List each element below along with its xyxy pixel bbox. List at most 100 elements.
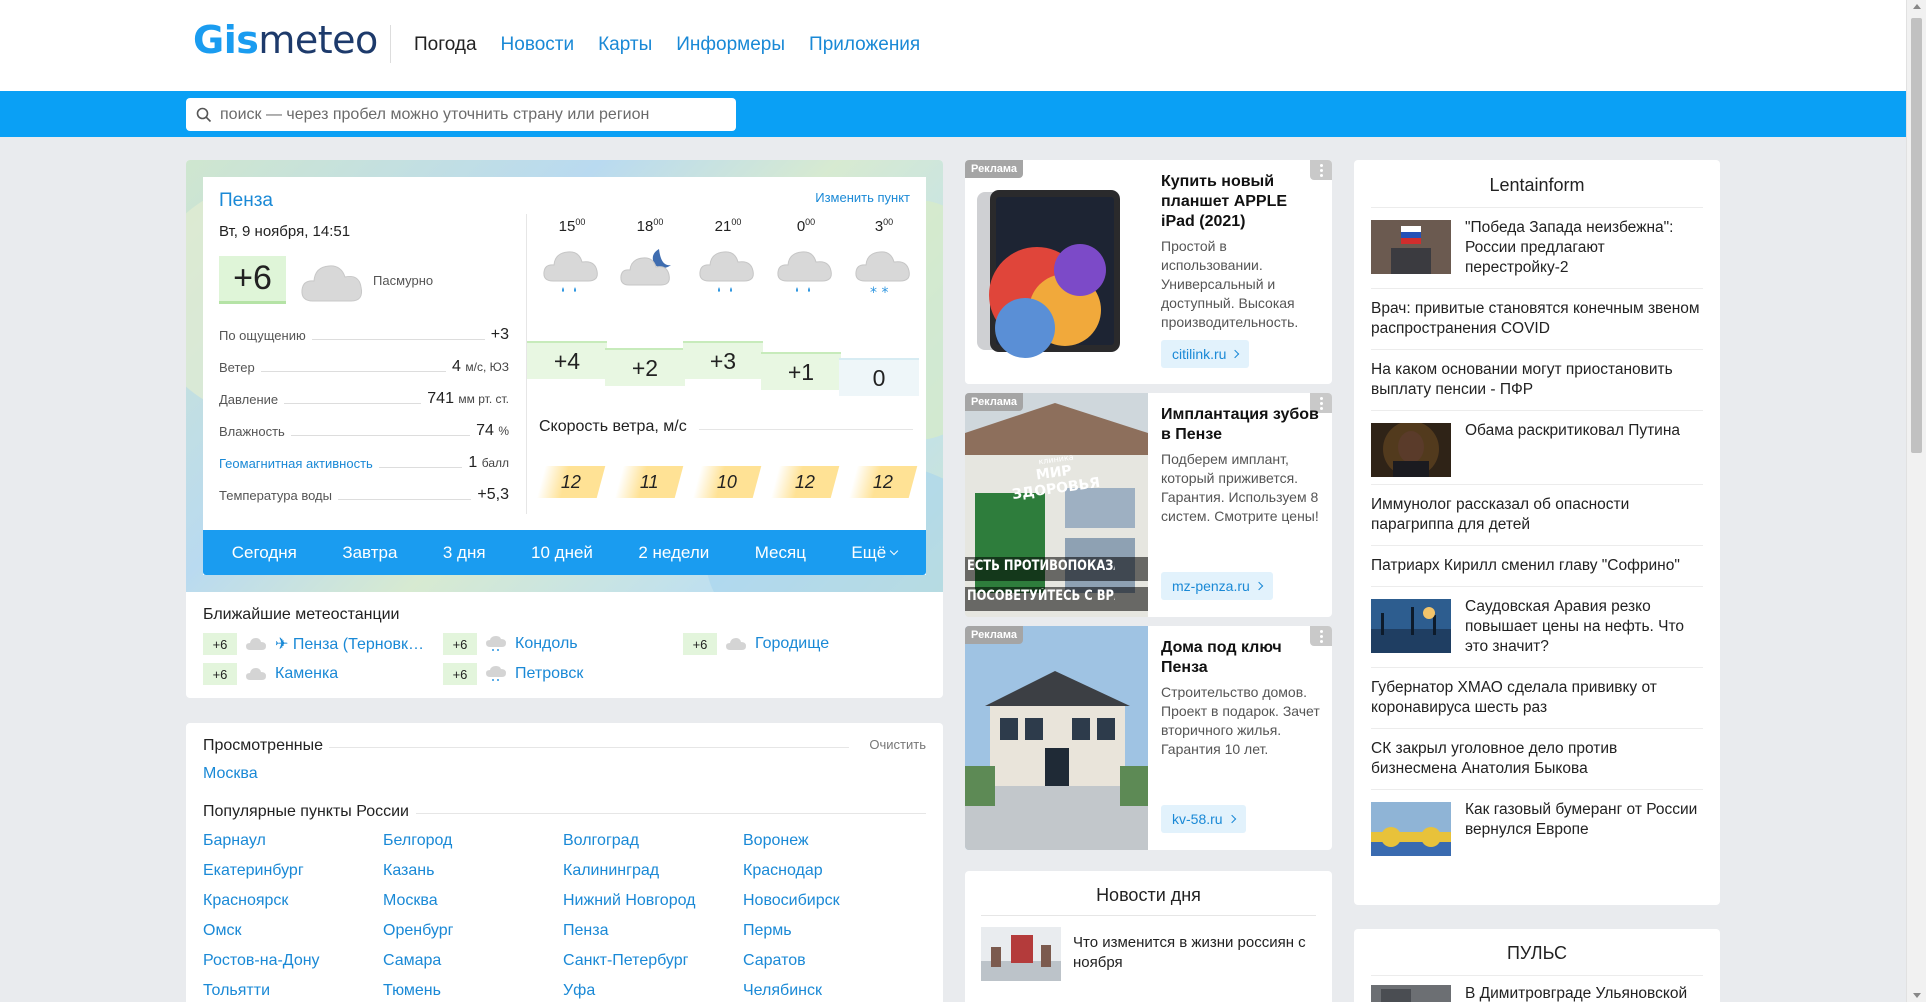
param-wind: Ветер 4 м/с, ЮЗ	[219, 358, 509, 375]
geomagnetic-link[interactable]: Геомагнитная активность	[219, 456, 373, 475]
news-item[interactable]: Как газовый бумеранг от России вернулся …	[1371, 789, 1703, 863]
hour-col: 1500	[533, 217, 611, 306]
city-link[interactable]: Пенза	[563, 922, 743, 946]
city-link[interactable]: Самара	[383, 952, 563, 976]
ad-houses[interactable]: Реклама Дома под ключ Пенза Строительств…	[965, 626, 1332, 850]
city-link[interactable]: Тюмень	[383, 982, 563, 1002]
param-geomagnetic: Геомагнитная активность 1 балл	[219, 443, 509, 475]
logo-divider	[390, 25, 391, 63]
tab-10-days[interactable]: 10 дней	[531, 543, 593, 563]
search-box[interactable]	[186, 98, 736, 131]
wind-value: 11	[614, 466, 684, 498]
city-link[interactable]: Новосибирск	[743, 892, 923, 916]
city-link[interactable]: Челябинск	[743, 982, 923, 1002]
ad-dental[interactable]: клиника МИР ЗДОРОВЬЯ ЕСТЬ ПРОТИВОПОКАЗАН…	[965, 393, 1332, 617]
city-link[interactable]: Барнаул	[203, 832, 383, 856]
city-link[interactable]: Санкт-Петербург	[563, 952, 743, 976]
city-link[interactable]: Краснодар	[743, 862, 923, 886]
news-thumbnail	[1371, 985, 1451, 1002]
scroll-down-icon[interactable]	[1913, 993, 1921, 998]
puls-item[interactable]: В Димитровграде Ульяновской	[1465, 985, 1705, 1002]
wind-value: 12	[536, 466, 606, 498]
hour-temp: 0	[839, 358, 919, 396]
station-item[interactable]: +6 Каменка	[203, 663, 338, 685]
change-point-link[interactable]: Изменить пункт	[815, 190, 910, 205]
tab-tomorrow[interactable]: Завтра	[342, 543, 397, 563]
ad-image-text: ПОСОВЕТУЙТЕСЬ С ВРАЧОМ	[967, 588, 1115, 604]
city-link[interactable]: Калининград	[563, 862, 743, 886]
clear-history-link[interactable]: Очистить	[869, 737, 926, 752]
news-item[interactable]: На каком основании могут приостановить в…	[1371, 349, 1703, 410]
search-input[interactable]	[220, 105, 720, 124]
page-scrollbar[interactable]	[1906, 0, 1926, 1002]
city-link[interactable]: Уфа	[563, 982, 743, 1002]
cloud-drizzle-icon	[486, 636, 506, 651]
ad-title[interactable]: Имплантация зубов в Пензе	[1161, 405, 1321, 445]
chevron-down-icon	[889, 546, 899, 555]
nav-maps[interactable]: Карты	[598, 34, 652, 56]
city-link[interactable]: Воронеж	[743, 832, 923, 856]
city-name[interactable]: Пенза	[219, 190, 273, 212]
viewed-city-link[interactable]: Москва	[203, 765, 258, 783]
city-link[interactable]: Казань	[383, 862, 563, 886]
news-item[interactable]: Патриарх Кирилл сменил главу "Софрино"	[1371, 545, 1703, 586]
station-item[interactable]: +6 Городище	[683, 633, 829, 655]
city-link[interactable]: Нижний Новгород	[563, 892, 743, 916]
ad-title[interactable]: Дома под ключ Пенза	[1161, 638, 1321, 678]
city-link[interactable]: Ростов-на-Дону	[203, 952, 383, 976]
city-link[interactable]: Екатеринбург	[203, 862, 383, 886]
wind-speed-title: Скорость ветра, м/с	[539, 418, 687, 435]
station-item[interactable]: +6 Петровск	[443, 663, 583, 685]
news-item[interactable]: "Победа Запада неизбежна": России предла…	[1371, 207, 1703, 288]
station-item[interactable]: +6 ✈ Пенза (Терновк…	[203, 633, 424, 655]
ad-title[interactable]: Купить новый планшет APPLE iPad (2021)	[1161, 172, 1321, 232]
current-temperature: +6	[219, 256, 286, 304]
main-nav: Погода Новости Карты Информеры Приложени…	[414, 34, 920, 56]
ad-link-button[interactable]: mz-penza.ru	[1161, 572, 1273, 600]
tab-month[interactable]: Месяц	[755, 543, 806, 563]
nav-weather[interactable]: Погода	[414, 34, 477, 56]
news-item[interactable]: Врач: привитые становятся конечным звено…	[1371, 288, 1703, 349]
city-link[interactable]: Саратов	[743, 952, 923, 976]
hour-temp: +2	[605, 348, 685, 386]
cloud-rain-icon	[777, 251, 832, 292]
city-link[interactable]: Оренбург	[383, 922, 563, 946]
city-link[interactable]: Волгоград	[563, 832, 743, 856]
city-link[interactable]: Пермь	[743, 922, 923, 946]
city-link[interactable]: Тольятти	[203, 982, 383, 1002]
city-link[interactable]: Красноярск	[203, 892, 383, 916]
city-link[interactable]: Белгород	[383, 832, 563, 856]
cloud-icon	[726, 638, 746, 650]
tab-3-days[interactable]: 3 дня	[443, 543, 486, 563]
wind-value: 10	[692, 466, 762, 498]
ad-description: Простой в использовании. Универсальный и…	[1161, 238, 1299, 330]
nav-apps[interactable]: Приложения	[809, 34, 920, 56]
popular-title: Популярные пункты России	[203, 803, 409, 820]
news-item[interactable]: Саудовская Аравия резко повышает цены на…	[1371, 586, 1703, 667]
ad-image-text: ЕСТЬ ПРОТИВОПОКАЗАНИЯ	[967, 558, 1115, 574]
ad-ipad[interactable]: Реклама Купить новый планшет APPLE iPad …	[965, 160, 1332, 384]
news-item[interactable]: Иммунолог рассказал об опасности парагри…	[1371, 484, 1703, 545]
news-item[interactable]: СК закрыл уголовное дело против бизнесме…	[1371, 728, 1703, 789]
wind-value: 12	[848, 466, 918, 498]
nav-informers[interactable]: Информеры	[676, 34, 785, 56]
city-link[interactable]: Москва	[383, 892, 563, 916]
tab-2-weeks[interactable]: 2 недели	[638, 543, 709, 563]
tab-today[interactable]: Сегодня	[232, 543, 297, 563]
news-text: Что изменится в жизни россиян с ноября	[1073, 934, 1306, 971]
nav-news[interactable]: Новости	[501, 34, 575, 56]
gismeteo-logo[interactable]: Gismeteo	[193, 18, 378, 62]
param-feels-like: По ощущению +3	[219, 326, 509, 343]
cloud-drizzle-icon	[486, 666, 506, 681]
news-item[interactable]: Обама раскритиковал Путина	[1371, 410, 1703, 484]
news-item[interactable]: Губернатор ХМАО сделала прививку от коро…	[1371, 667, 1703, 728]
scrollbar-thumb[interactable]	[1911, 18, 1922, 453]
station-item[interactable]: +6 Кондоль	[443, 633, 578, 655]
news-item[interactable]: Что изменится в жизни россиян с ноября	[981, 927, 1321, 983]
tab-more[interactable]: Ещё	[851, 543, 899, 563]
city-link[interactable]: Омск	[203, 922, 383, 946]
scroll-up-icon[interactable]	[1913, 4, 1921, 9]
news-of-day-card: Новости дня Что изменится в жизни россия…	[965, 871, 1332, 1002]
ad-link-button[interactable]: citilink.ru	[1161, 340, 1250, 368]
ad-link-button[interactable]: kv-58.ru	[1161, 805, 1246, 833]
